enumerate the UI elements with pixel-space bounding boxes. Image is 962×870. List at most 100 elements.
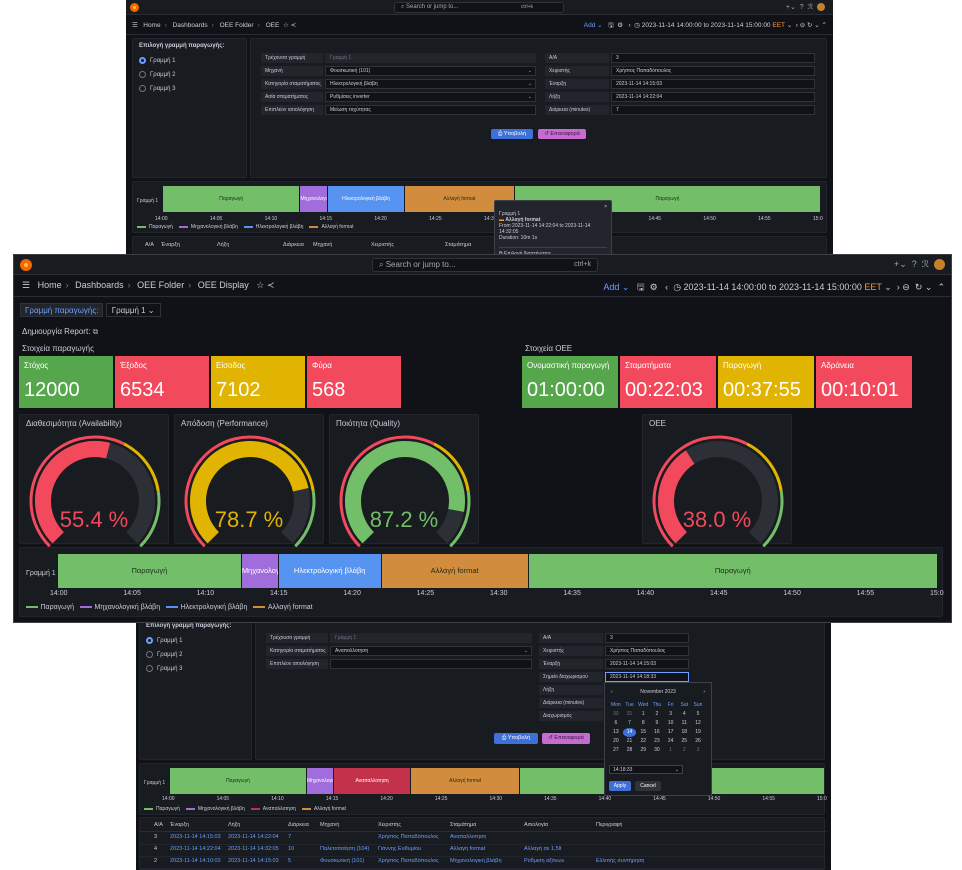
submit-button[interactable]: ⎙ Υποβολή: [491, 129, 533, 139]
help-icon[interactable]: ?: [800, 4, 804, 11]
field-input[interactable]: 3: [605, 633, 689, 643]
crumb-home[interactable]: Home: [38, 280, 62, 290]
field-select[interactable]: Αναπαλλοτηση ⌄: [330, 646, 532, 656]
state-segment[interactable]: Παραγωγή: [163, 186, 300, 212]
calendar-day[interactable]: 3: [691, 746, 705, 755]
legend-item[interactable]: Αναπαλλοτηση: [250, 806, 296, 812]
calendar-day[interactable]: 27: [609, 746, 623, 755]
calendar-day[interactable]: 19: [691, 728, 705, 737]
calendar-day[interactable]: 31: [623, 710, 637, 719]
rss-icon[interactable]: ℛ: [808, 4, 814, 11]
calendar-day[interactable]: 9: [650, 719, 664, 728]
field-input[interactable]: 2023-11-14 14:22:04: [611, 92, 815, 102]
calendar-day[interactable]: 26: [691, 737, 705, 746]
calendar-day[interactable]: 13: [609, 728, 623, 737]
calendar-day[interactable]: 7: [623, 719, 637, 728]
zoom-out-icon[interactable]: ⊖: [902, 282, 910, 292]
field-input[interactable]: 7: [611, 105, 815, 115]
calendar-day[interactable]: 17: [664, 728, 678, 737]
legend-item[interactable]: Μηχανολογική βλάβη: [185, 806, 245, 812]
column-header[interactable]: Αιτιολογία: [524, 822, 548, 828]
state-segment[interactable]: Παραγωγή: [528, 554, 937, 588]
calendar-day[interactable]: 21: [623, 737, 637, 746]
calendar-day[interactable]: 14: [622, 728, 637, 737]
column-header[interactable]: Έναρξη: [170, 822, 189, 828]
back-icon[interactable]: ‹: [628, 22, 630, 29]
column-header[interactable]: Περιγραφή: [596, 822, 622, 828]
state-segment[interactable]: Παραγωγή: [58, 554, 241, 588]
calendar-day[interactable]: 18: [677, 728, 691, 737]
table-row[interactable]: 4 2023-11-14 14:22:04 2023-11-14 14:32:05 1…: [140, 846, 826, 857]
calendar-day[interactable]: 24: [664, 737, 678, 746]
save-icon[interactable]: 🖫: [637, 282, 645, 292]
radio-line-1[interactable]: Γραμμή 1: [146, 637, 182, 644]
reset-button[interactable]: ↺ Επαναφορά: [538, 129, 586, 139]
field-input[interactable]: 2023-11-14 14:15:03: [605, 659, 689, 669]
time-input[interactable]: 14:18:33 ⌄: [609, 765, 683, 774]
column-header[interactable]: Σταμάτημα: [450, 822, 476, 828]
calendar-day[interactable]: 5: [691, 710, 705, 719]
legend-item[interactable]: Αλλαγή format: [253, 604, 313, 611]
menu-icon[interactable]: ☰: [132, 22, 138, 29]
save-icon[interactable]: 🖫: [608, 22, 614, 29]
column-header[interactable]: Α/Α: [145, 242, 154, 248]
crumb-home[interactable]: Home: [143, 22, 160, 29]
legend-item[interactable]: Παραγωγή: [137, 224, 173, 230]
state-segment[interactable]: Μηχανολογική βλάβη: [241, 554, 278, 588]
search-input[interactable]: ⌕ Search or jump to... ctrl+k: [394, 2, 564, 13]
radio-line-2[interactable]: Γραμμή 2: [139, 71, 175, 78]
submit-button[interactable]: ⎙ Υποβολή: [494, 733, 538, 744]
column-header[interactable]: Λήξη: [217, 242, 229, 248]
state-segment[interactable]: Αναπαλλοτηση: [334, 768, 410, 794]
legend-item[interactable]: Μηχανολογική βλάβη: [80, 604, 160, 611]
field-input[interactable]: Χρήστος Παπαδόπουλος: [611, 66, 815, 76]
close-icon[interactable]: ×: [604, 204, 607, 210]
calendar-day[interactable]: 25: [677, 737, 691, 746]
column-header[interactable]: Σταμάτημα: [445, 242, 471, 248]
calendar-day[interactable]: 29: [636, 746, 650, 755]
gear-icon[interactable]: ⚙: [617, 22, 623, 29]
calendar-day[interactable]: 22: [636, 737, 650, 746]
calendar-day[interactable]: 30: [609, 710, 623, 719]
grafana-logo-icon[interactable]: [20, 259, 32, 271]
column-header[interactable]: Λήξη: [228, 822, 240, 828]
legend-item[interactable]: Αλλαγή format: [309, 224, 353, 230]
crumb-dashboards[interactable]: Dashboards: [173, 22, 208, 29]
field-select[interactable]: Φουσκωτική (101) ⌄: [325, 66, 536, 76]
plus-icon[interactable]: +⌄: [786, 4, 796, 11]
field-input[interactable]: 2023-11-14 14:18:33: [605, 672, 689, 682]
forward-icon[interactable]: ›: [796, 22, 798, 29]
legend-item[interactable]: Μηχανολογική βλάβη: [178, 224, 238, 230]
legend-item[interactable]: Ηλεκτρολογική βλάβη: [243, 224, 303, 230]
gear-icon[interactable]: ⚙: [650, 282, 658, 292]
state-segment[interactable]: Μηχανολογική βλάβη: [300, 186, 328, 212]
next-month-icon[interactable]: ›: [703, 689, 705, 695]
rss-icon[interactable]: ℛ: [922, 259, 929, 269]
table-row[interactable]: 2 2023-11-14 14:10:02 2023-11-14 14:15:03 5…: [140, 858, 826, 869]
crumb-dashboards[interactable]: Dashboards: [75, 280, 124, 290]
column-header[interactable]: Χειριστής: [378, 822, 401, 828]
legend-item[interactable]: Αλλαγή format: [301, 806, 346, 812]
legend-item[interactable]: Παραγωγή: [144, 806, 180, 812]
refresh-icon[interactable]: ↻: [807, 22, 812, 29]
column-header[interactable]: Διάρκεια: [283, 242, 304, 248]
column-header[interactable]: Α/Α: [154, 822, 163, 828]
column-header[interactable]: Διάρκεια: [288, 822, 309, 828]
field-input[interactable]: [330, 659, 532, 669]
time-picker[interactable]: ◷ 2023-11-14 14:00:00 to 2023-11-14 15:0…: [673, 282, 892, 292]
field-select[interactable]: Ηλεκτρολογική βλάβη ⌄: [325, 79, 536, 89]
radio-line-1[interactable]: Γραμμή 1: [139, 57, 175, 64]
legend-item[interactable]: Παραγωγή: [26, 604, 74, 611]
zoom-out-icon[interactable]: ⊖: [800, 22, 805, 29]
avatar[interactable]: [817, 3, 825, 12]
menu-icon[interactable]: ☰: [22, 280, 30, 290]
crumb-folder[interactable]: OEE Folder: [220, 22, 254, 29]
state-segment[interactable]: Ηλεκτρολογική βλάβη: [278, 554, 381, 588]
column-header[interactable]: Μηχανή: [313, 242, 332, 248]
field-input[interactable]: 2023-11-14 14:15:03: [611, 79, 815, 89]
state-segment[interactable]: Αλλαγή format: [410, 768, 520, 794]
time-picker[interactable]: ◷ 2023-11-14 14:00:00 to 2023-11-14 15:0…: [634, 22, 792, 29]
field-input[interactable]: 3: [611, 53, 815, 63]
star-icon[interactable]: ☆: [283, 22, 289, 29]
state-segment[interactable]: Ηλεκτρολογική βλάβη: [328, 186, 404, 212]
